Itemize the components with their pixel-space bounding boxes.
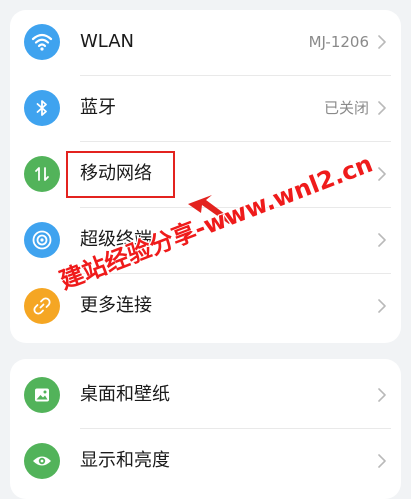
chevron-right-icon [378, 454, 386, 468]
highlight-box [66, 151, 175, 198]
link-icon [24, 288, 60, 324]
settings-item-wlan[interactable]: WLAN MJ-1206 [10, 10, 401, 74]
wifi-icon [24, 24, 60, 60]
mobile-data-icon [24, 156, 60, 192]
super-device-icon [24, 222, 60, 258]
settings-item-bluetooth[interactable]: 蓝牙 已关闭 [10, 76, 401, 140]
chevron-right-icon [378, 299, 386, 313]
chevron-right-icon [378, 233, 386, 247]
settings-item-label: WLAN [80, 31, 135, 52]
settings-item-more-connections[interactable]: 更多连接 [10, 274, 401, 338]
chevron-right-icon [378, 388, 386, 402]
wlan-network-name: MJ-1206 [308, 33, 369, 51]
display-settings-card: 桌面和壁纸 显示和亮度 [10, 359, 401, 499]
eye-icon [24, 443, 60, 479]
settings-item-label: 显示和亮度 [80, 450, 170, 471]
settings-item-label: 更多连接 [80, 295, 152, 316]
chevron-right-icon [378, 35, 386, 49]
settings-item-super-device[interactable]: 超级终端 [10, 208, 401, 272]
chevron-right-icon [378, 101, 386, 115]
settings-item-display-brightness[interactable]: 显示和亮度 [10, 429, 401, 493]
bluetooth-icon [24, 90, 60, 126]
settings-item-label: 蓝牙 [80, 97, 116, 118]
settings-item-label: 超级终端 [80, 229, 152, 250]
settings-item-home-wallpaper[interactable]: 桌面和壁纸 [10, 363, 401, 427]
settings-item-label: 桌面和壁纸 [80, 384, 170, 405]
chevron-right-icon [378, 167, 386, 181]
wallpaper-icon [24, 377, 60, 413]
bluetooth-status: 已关闭 [323, 99, 369, 117]
